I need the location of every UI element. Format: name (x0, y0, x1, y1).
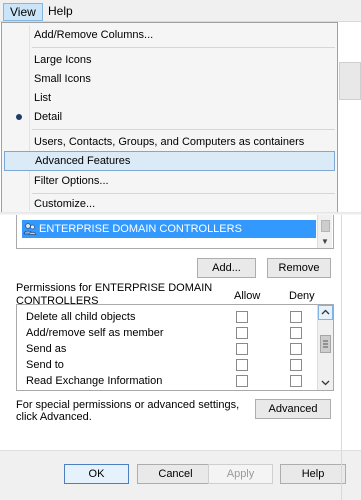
menu-separator (32, 129, 335, 130)
group-users-icon (23, 223, 37, 235)
deny-column-header: Deny (289, 290, 315, 302)
security-dialog: ENTERPRISE DOMAIN CONTROLLERS ▼ Add... R… (0, 215, 361, 500)
allow-checkbox[interactable] (236, 311, 248, 323)
principals-list: ENTERPRISE DOMAIN CONTROLLERS ▼ (16, 215, 334, 249)
permission-name: Delete all child objects (26, 311, 136, 323)
permission-row: Send to (17, 357, 317, 374)
special-permissions-text: For special permissions or advanced sett… (16, 399, 240, 423)
menu-item-users-contacts-containers[interactable]: Users, Contacts, Groups, and Computers a… (4, 132, 335, 152)
permissions-scrollbar[interactable] (317, 305, 333, 390)
menu-item-filter-options[interactable]: Filter Options... (4, 171, 335, 191)
deny-checkbox[interactable] (290, 375, 302, 387)
menu-separator (32, 47, 335, 48)
allow-checkbox[interactable] (236, 375, 248, 387)
deny-checkbox[interactable] (290, 359, 302, 371)
dialog-footer: OK Cancel Apply Help (0, 450, 361, 500)
menu-item-label: Advanced Features (35, 155, 131, 167)
chevron-down-icon[interactable]: ▼ (321, 237, 329, 247)
allow-checkbox[interactable] (236, 343, 248, 355)
scrollbar-thumb[interactable] (320, 335, 331, 353)
deny-checkbox[interactable] (290, 311, 302, 323)
view-dropdown-menu: Add/Remove Columns... Large Icons Small … (1, 22, 338, 214)
apply-button[interactable]: Apply (208, 464, 273, 484)
menu-item-label: Filter Options... (34, 175, 109, 187)
permissions-list: Delete all child objects Add/remove self… (16, 304, 334, 391)
allow-checkbox[interactable] (236, 359, 248, 371)
grip-icon (323, 340, 328, 348)
menu-item-label: List (34, 92, 52, 104)
permission-row: Add/remove self as member (17, 325, 317, 342)
cancel-button[interactable]: Cancel (137, 464, 214, 484)
menu-item-advanced-features[interactable]: Advanced Features (4, 151, 335, 171)
menu-item-large-icons[interactable]: Large Icons (4, 50, 335, 70)
permission-row: Send as (17, 341, 317, 358)
menu-item-label: Users, Contacts, Groups, and Computers a… (34, 136, 305, 148)
permission-name: Add/remove self as member (26, 327, 164, 339)
menu-item-label: Detail (34, 111, 63, 123)
menu-help[interactable]: Help (42, 3, 79, 21)
permission-name: Send as (26, 343, 67, 355)
menu-view[interactable]: View (3, 3, 43, 21)
allow-checkbox[interactable] (236, 327, 248, 339)
menu-item-customize[interactable]: Customize... (4, 194, 335, 214)
menu-bar: View Help (0, 0, 361, 22)
principal-name: ENTERPRISE DOMAIN CONTROLLERS (39, 223, 242, 235)
permission-name: Send to (26, 359, 64, 371)
principals-scrollbar[interactable]: ▼ (317, 215, 332, 248)
chevron-up-icon (321, 309, 330, 315)
principal-row-selected[interactable]: ENTERPRISE DOMAIN CONTROLLERS (22, 220, 316, 238)
menu-item-label: Large Icons (34, 54, 92, 66)
menu-item-label: Customize... (34, 198, 96, 210)
help-button[interactable]: Help (280, 464, 346, 484)
advanced-button[interactable]: Advanced (255, 399, 331, 419)
menu-item-list[interactable]: List (4, 88, 335, 108)
scroll-up-button[interactable] (318, 305, 333, 320)
window-edge (341, 215, 342, 500)
radio-selected-icon (16, 114, 22, 120)
menu-item-label: Small Icons (34, 73, 91, 85)
permission-row: Delete all child objects (17, 309, 317, 326)
remove-button[interactable]: Remove (267, 258, 331, 278)
scrollbar-thumb[interactable] (321, 220, 330, 232)
menu-item-small-icons[interactable]: Small Icons (4, 69, 335, 89)
add-button[interactable]: Add... (197, 258, 256, 278)
background-window-fragment (339, 62, 361, 100)
scroll-down-button[interactable] (318, 375, 333, 390)
permission-name: Read Exchange Information (26, 375, 163, 387)
permission-row: Read Exchange Information (17, 373, 317, 390)
deny-checkbox[interactable] (290, 343, 302, 355)
deny-checkbox[interactable] (290, 327, 302, 339)
allow-column-header: Allow (234, 290, 261, 302)
chevron-down-icon (321, 380, 330, 386)
menu-item-detail[interactable]: Detail (4, 107, 335, 127)
view-menu-screenshot: View Help Add/Remove Columns... Large Ic… (0, 0, 361, 215)
ok-button[interactable]: OK (64, 464, 129, 484)
menu-item-add-remove-columns[interactable]: Add/Remove Columns... (4, 25, 335, 45)
menu-item-label: Add/Remove Columns... (34, 29, 154, 41)
